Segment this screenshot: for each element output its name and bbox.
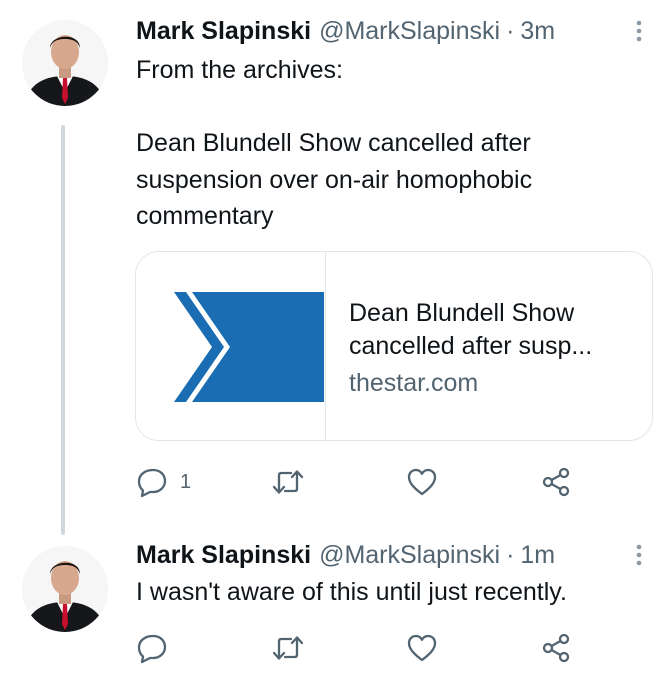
like-button[interactable] [406, 466, 438, 498]
thread-line [61, 125, 65, 535]
card-title-line: Dean Blundell Show [349, 299, 575, 327]
retweet-icon [271, 632, 305, 664]
share-button[interactable] [540, 466, 572, 498]
link-card[interactable]: Dean Blundell Show cancelled after susp.… [135, 251, 653, 441]
more-icon[interactable] [630, 18, 648, 44]
separator-dot: · [506, 540, 515, 569]
reply-count: 1 [180, 470, 192, 493]
thestar-logo-mark [192, 292, 324, 402]
reply-icon [136, 632, 168, 664]
author-name[interactable]: Mark Slapinski [136, 17, 311, 46]
timestamp[interactable]: 1m [520, 541, 555, 570]
tweet-header: Mark Slapinski @MarkSlapinski · 1m [136, 540, 648, 570]
author-handle[interactable]: @MarkSlapinski [319, 17, 500, 46]
share-icon [540, 632, 572, 664]
like-icon [406, 632, 438, 664]
share-icon [540, 466, 572, 498]
more-icon[interactable] [630, 542, 648, 568]
retweet-button[interactable] [271, 466, 305, 498]
tweet-text: I wasn't aware of this until just recent… [136, 578, 567, 606]
like-icon [406, 466, 438, 498]
timestamp[interactable]: 3m [520, 17, 555, 46]
tweet-header: Mark Slapinski @MarkSlapinski · 3m [136, 16, 648, 46]
card-thumbnail [136, 252, 326, 440]
avatar[interactable] [22, 20, 108, 106]
retweet-icon [271, 466, 305, 498]
author-name[interactable]: Mark Slapinski [136, 541, 311, 570]
tweet-text: From the archives: Dean Blundell Show ca… [136, 56, 533, 230]
reply-button[interactable]: 1 [136, 466, 191, 498]
retweet-button[interactable] [271, 632, 305, 664]
reply-icon [136, 466, 168, 498]
share-button[interactable] [540, 632, 572, 664]
action-bar: 1 [136, 466, 586, 498]
author-handle[interactable]: @MarkSlapinski [319, 541, 500, 570]
reply-button[interactable] [136, 632, 168, 664]
card-domain: thestar.com [349, 369, 479, 397]
like-button[interactable] [406, 632, 438, 664]
card-title-line: cancelled after susp... [349, 332, 593, 360]
avatar[interactable] [22, 546, 108, 632]
card-title: Dean Blundell Show cancelled after susp.… [349, 297, 639, 363]
separator-dot: · [506, 16, 515, 45]
action-bar [136, 632, 586, 664]
